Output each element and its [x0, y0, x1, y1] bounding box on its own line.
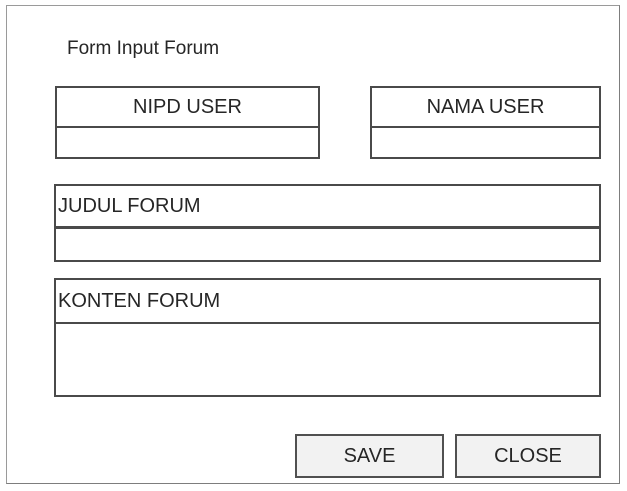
nama-user-label: NAMA USER [372, 88, 599, 128]
form-title: Form Input Forum [67, 38, 220, 59]
nipd-user-input[interactable] [57, 128, 318, 157]
judul-forum-label: JUDUL FORUM [56, 186, 599, 229]
konten-forum-field: KONTEN FORUM [54, 278, 601, 397]
judul-forum-input[interactable] [56, 229, 599, 260]
save-button[interactable]: SAVE [295, 434, 444, 478]
judul-forum-field: JUDUL FORUM [54, 184, 601, 262]
nama-user-input[interactable] [372, 128, 599, 157]
close-button[interactable]: CLOSE [455, 434, 601, 478]
nipd-user-label: NIPD USER [57, 88, 318, 128]
konten-forum-label: KONTEN FORUM [56, 280, 599, 324]
nama-user-field: NAMA USER [370, 86, 601, 159]
nipd-user-field: NIPD USER [55, 86, 320, 159]
konten-forum-textarea[interactable] [56, 324, 599, 395]
